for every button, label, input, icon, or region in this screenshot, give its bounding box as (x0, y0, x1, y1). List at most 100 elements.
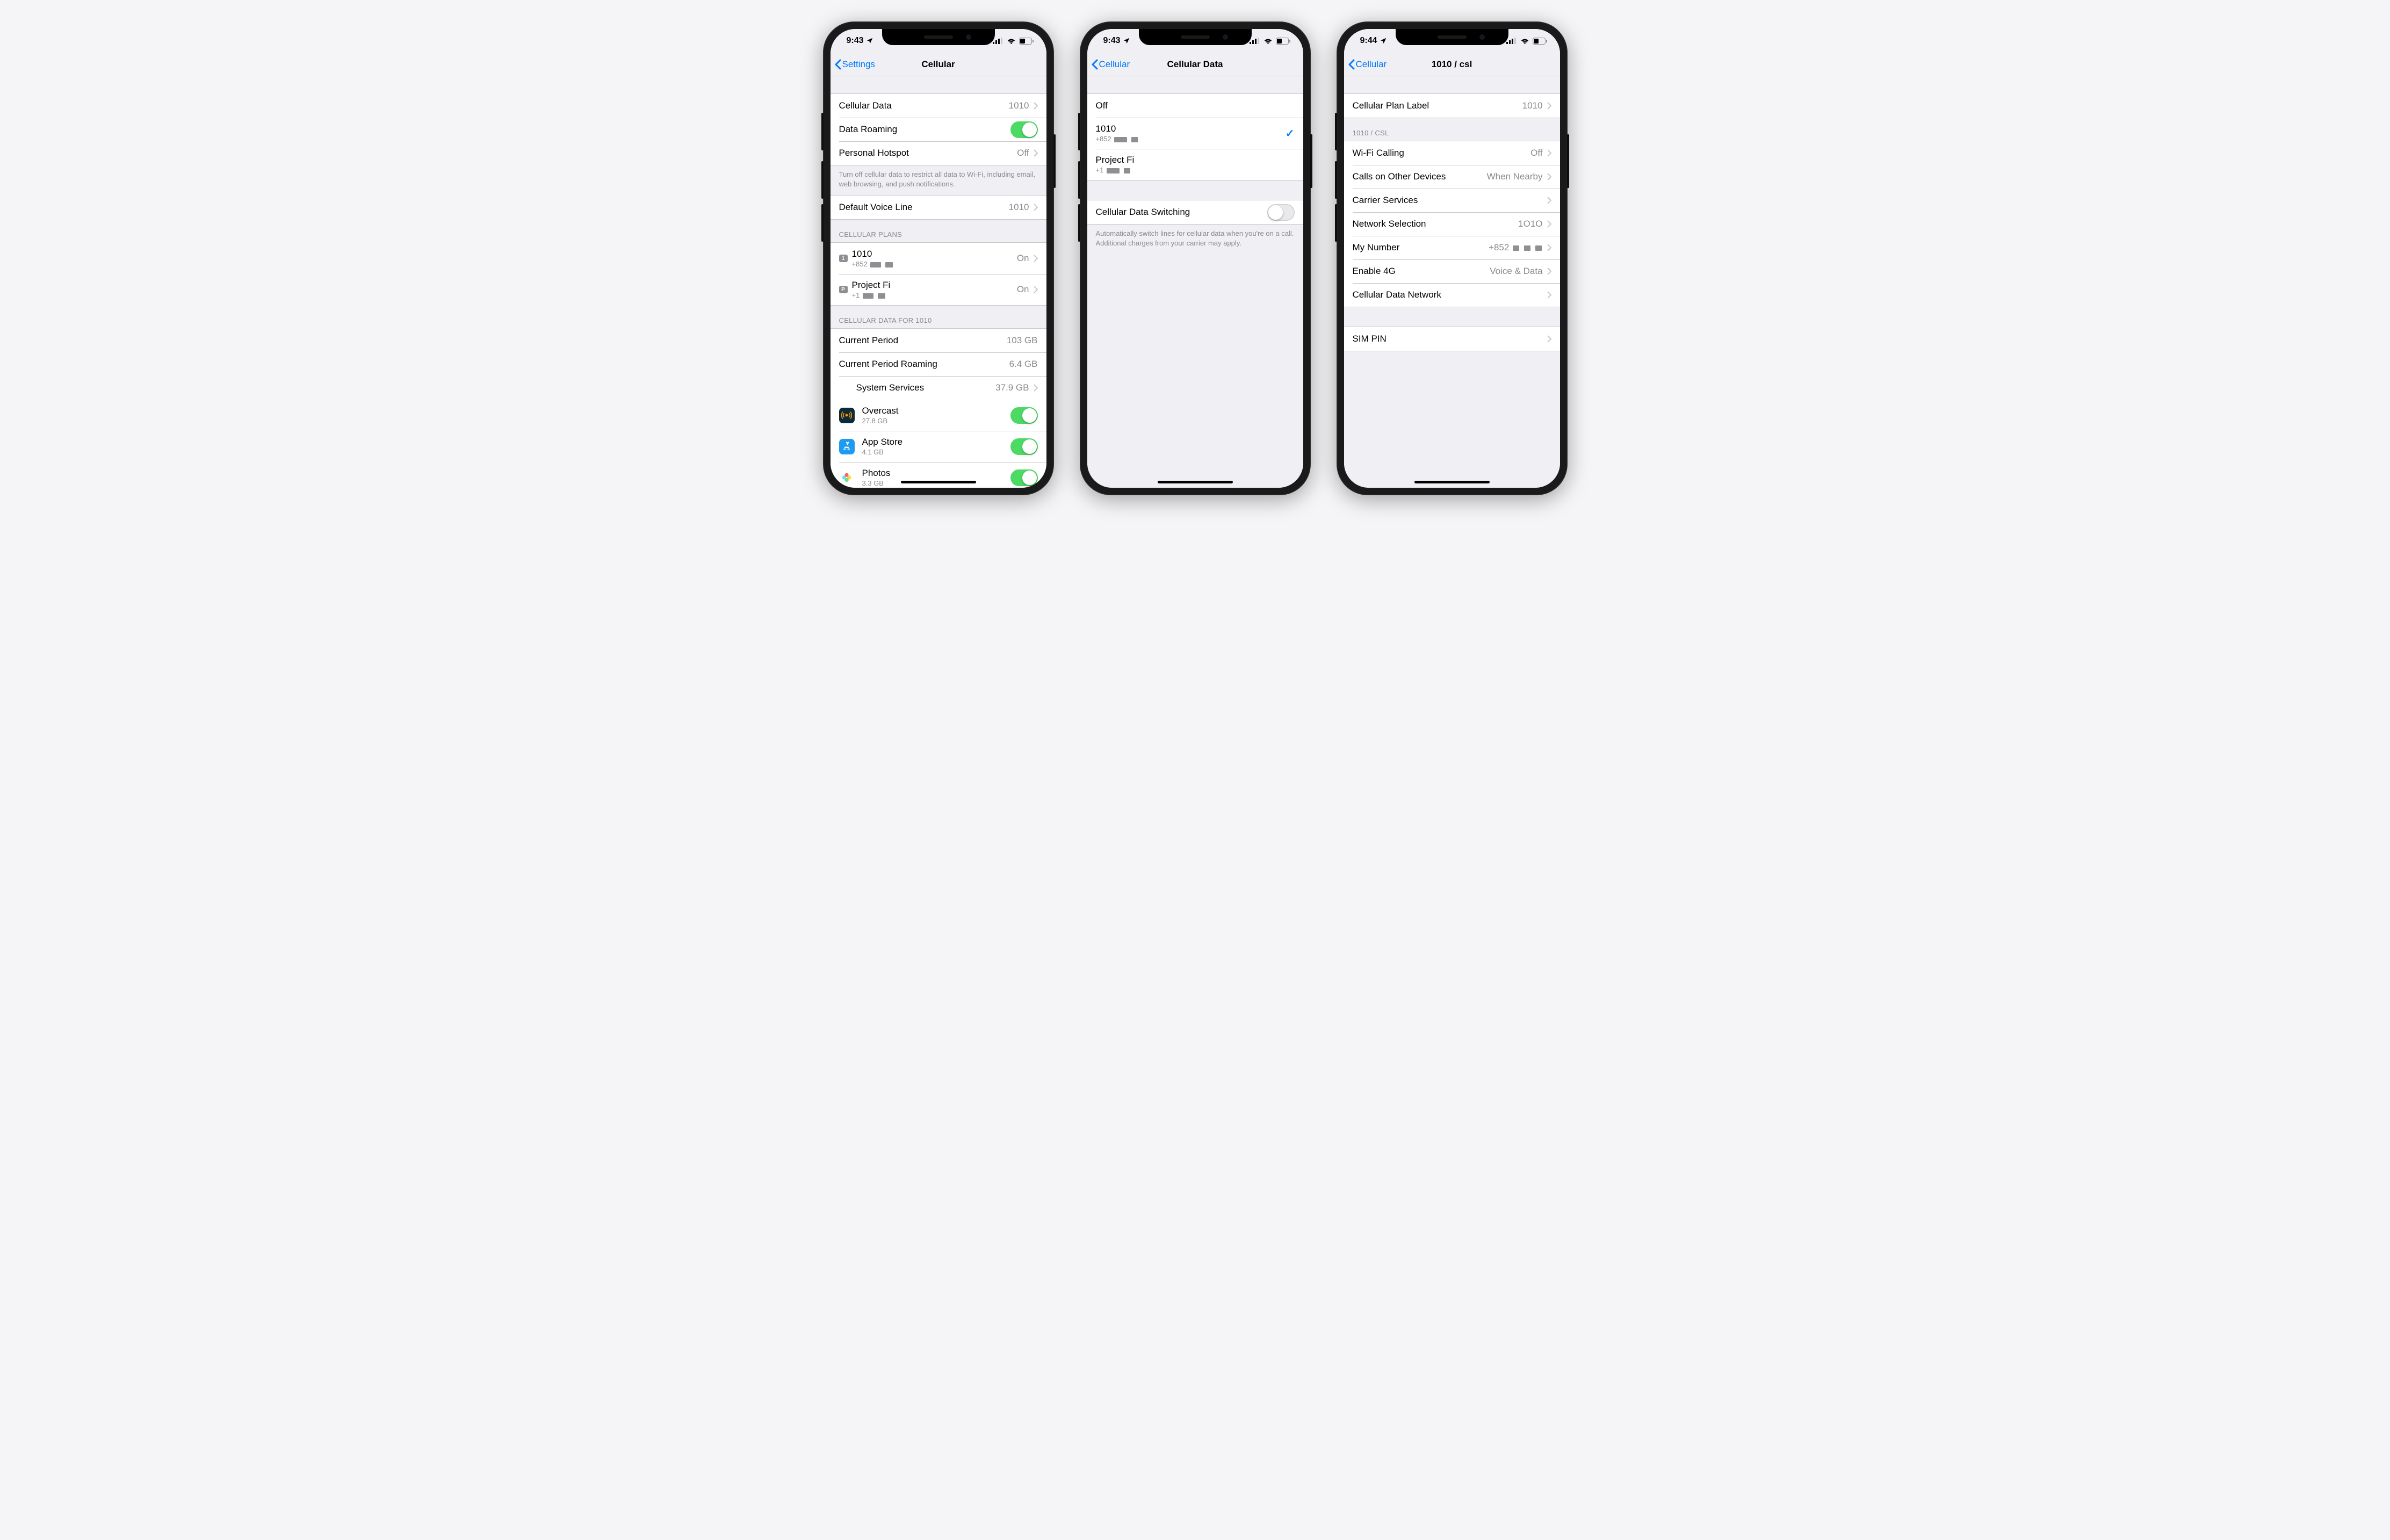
row-label: Enable 4G (1353, 266, 1396, 277)
sim-badge-icon: P (839, 286, 848, 293)
wifi-icon (1263, 38, 1273, 44)
scroll-content[interactable]: Off 1010 +852 ✓ Project Fi +1 Cellular D… (1087, 76, 1303, 488)
phone-frame-2: 9:43 Cellular Cellular Data Off (1080, 21, 1311, 495)
chevron-left-icon (1092, 59, 1098, 70)
sim-badge-icon: 1 (839, 255, 848, 262)
row-label: Personal Hotspot (839, 148, 909, 158)
row-value: 103 GB (1007, 335, 1038, 346)
page-title: 1010 / csl (1432, 59, 1472, 70)
row-carrier-setting[interactable]: Wi-Fi Calling Off (1344, 141, 1560, 165)
home-indicator[interactable] (1158, 481, 1233, 483)
back-button[interactable]: Cellular (1348, 59, 1387, 70)
row-data-option[interactable]: 1010 +852 ✓ (1087, 118, 1303, 149)
row-current-roaming: Current Period Roaming 6.4 GB (831, 352, 1046, 376)
location-icon (866, 37, 873, 45)
plan-number: +852 (852, 260, 894, 268)
row-hotspot[interactable]: Personal Hotspot Off (831, 141, 1046, 165)
row-value: Off (1530, 148, 1542, 158)
chevron-right-icon (1034, 204, 1038, 211)
row-data-option[interactable]: Off (1087, 94, 1303, 118)
row-sim-pin[interactable]: SIM PIN (1344, 327, 1560, 351)
toggle-data-switching[interactable] (1267, 204, 1295, 221)
row-carrier-setting[interactable]: Enable 4G Voice & Data (1344, 259, 1560, 283)
row-label: Cellular Data (839, 100, 892, 111)
cellular-bars-icon (1506, 38, 1517, 44)
back-label: Cellular (1356, 59, 1387, 70)
back-button[interactable]: Settings (835, 59, 875, 70)
row-plan-label[interactable]: Cellular Plan Label 1010 (1344, 94, 1560, 118)
section-footer: Turn off cellular data to restrict all d… (831, 165, 1046, 195)
chevron-right-icon (1034, 102, 1038, 110)
row-value: Voice & Data (1490, 266, 1542, 277)
row-value: +852 (1489, 242, 1542, 253)
row-plan[interactable]: P Project Fi +1 On (831, 274, 1046, 305)
option-label: Off (1096, 100, 1108, 111)
row-cellular-data[interactable]: Cellular Data 1010 (831, 94, 1046, 118)
row-label: SIM PIN (1353, 334, 1387, 344)
row-label: Cellular Plan Label (1353, 100, 1429, 111)
row-app-usage: App Store 4.1 GB (831, 431, 1046, 462)
back-label: Cellular (1099, 59, 1130, 70)
nav-bar: Cellular Cellular Data (1087, 53, 1303, 76)
scroll-content[interactable]: Cellular Plan Label 1010 1010 / CSL Wi-F… (1344, 76, 1560, 488)
option-number: +852 (1096, 135, 1139, 143)
battery-icon (1019, 38, 1034, 45)
row-carrier-setting[interactable]: Network Selection 1O1O (1344, 212, 1560, 236)
app-name: App Store (862, 437, 903, 447)
app-icon (839, 408, 855, 423)
chevron-left-icon (1348, 59, 1355, 70)
section-header-usage: CELLULAR DATA FOR 1010 (831, 306, 1046, 328)
back-button[interactable]: Cellular (1092, 59, 1130, 70)
row-label: Current Period (839, 335, 899, 346)
option-label: Project Fi (1096, 155, 1135, 165)
row-carrier-setting[interactable]: Cellular Data Network (1344, 283, 1560, 307)
app-name: Overcast (862, 406, 899, 416)
plan-number: +1 (852, 291, 891, 299)
toggle-data-roaming[interactable] (1010, 121, 1038, 138)
chevron-right-icon (1034, 384, 1038, 392)
row-app-usage: Photos 3.3 GB (831, 462, 1046, 488)
row-label: Default Voice Line (839, 202, 913, 213)
row-value: 6.4 GB (1009, 359, 1038, 370)
row-value: 37.9 GB (995, 382, 1029, 393)
chevron-right-icon (1547, 197, 1551, 204)
plan-status: On (1017, 253, 1029, 264)
section-footer: Automatically switch lines for cellular … (1087, 225, 1303, 254)
notch (882, 29, 995, 45)
row-carrier-setting[interactable]: My Number +852 (1344, 236, 1560, 259)
chevron-right-icon (1547, 220, 1551, 228)
option-label: 1010 (1096, 124, 1139, 134)
home-indicator[interactable] (1414, 481, 1490, 483)
row-system-services[interactable]: System Services 37.9 GB (831, 376, 1046, 400)
chevron-left-icon (835, 59, 841, 70)
row-app-usage: Overcast 27.8 GB (831, 400, 1046, 431)
back-label: Settings (842, 59, 875, 70)
row-value: When Nearby (1487, 171, 1543, 182)
toggle-app[interactable] (1010, 438, 1038, 455)
home-indicator[interactable] (901, 481, 976, 483)
scroll-content[interactable]: Cellular Data 1010 Data Roaming Personal… (831, 76, 1046, 488)
app-icon (839, 439, 855, 454)
row-voice-line[interactable]: Default Voice Line 1010 (831, 196, 1046, 219)
toggle-app[interactable] (1010, 469, 1038, 486)
row-data-option[interactable]: Project Fi +1 (1087, 149, 1303, 180)
section-header: 1010 / CSL (1344, 118, 1560, 141)
toggle-app[interactable] (1010, 407, 1038, 424)
row-plan[interactable]: 1 1010 +852 On (831, 243, 1046, 274)
chevron-right-icon (1547, 244, 1551, 251)
checkmark-icon: ✓ (1286, 127, 1295, 140)
row-value: 1O1O (1518, 219, 1542, 229)
row-carrier-setting[interactable]: Carrier Services (1344, 189, 1560, 212)
app-name: Photos (862, 468, 891, 479)
cellular-bars-icon (1250, 38, 1260, 44)
app-icon (839, 470, 855, 486)
chevron-right-icon (1547, 173, 1551, 180)
row-label: Current Period Roaming (839, 359, 937, 370)
battery-icon (1276, 38, 1290, 45)
wifi-icon (1520, 38, 1529, 44)
row-value: 1010 (1522, 100, 1543, 111)
phone-frame-1: 9:43 Settings Cellular Cellular Data (823, 21, 1054, 495)
row-label: Calls on Other Devices (1353, 171, 1446, 182)
row-carrier-setting[interactable]: Calls on Other Devices When Nearby (1344, 165, 1560, 189)
status-time: 9:44 (1360, 36, 1377, 46)
